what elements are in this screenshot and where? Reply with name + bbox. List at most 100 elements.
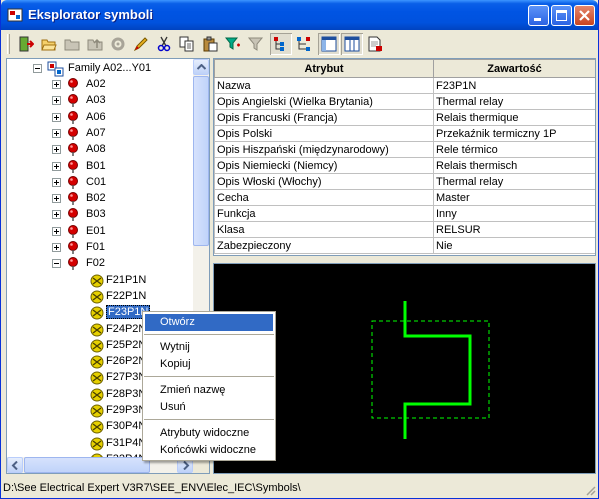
table-row[interactable]: Cecha Master xyxy=(214,189,595,206)
tree-group-label: E01 xyxy=(86,224,106,237)
table-row[interactable]: Nazwa F23P1N xyxy=(214,77,595,94)
tree-symbol-node[interactable]: F21P1N xyxy=(7,273,193,289)
expand-toggle[interactable] xyxy=(52,96,61,106)
menu-separator xyxy=(144,376,274,377)
tree-group-node[interactable]: A07 xyxy=(7,126,193,142)
tree-group-node[interactable]: A03 xyxy=(7,93,193,109)
close-button[interactable] xyxy=(574,5,595,26)
column-header-attribute[interactable]: Atrybut xyxy=(214,59,434,78)
tree-group-node[interactable]: F01 xyxy=(7,240,193,256)
expand-toggle[interactable] xyxy=(52,226,61,236)
attribute-value-cell[interactable]: Inny xyxy=(433,205,595,222)
exit-button[interactable] xyxy=(15,33,37,55)
attribute-value-cell[interactable]: Przekaźnik termiczny 1P xyxy=(433,125,595,142)
attribute-name-cell: Opis Hiszpański (międzynarodowy) xyxy=(214,141,434,158)
tree-group-node[interactable]: A06 xyxy=(7,110,193,126)
filter-off-button[interactable] xyxy=(245,33,267,55)
filter-button[interactable] xyxy=(222,33,244,55)
tree-symbol-node[interactable]: F22P1N xyxy=(7,289,193,305)
attribute-value-cell[interactable]: Master xyxy=(433,189,595,206)
tree-group-node[interactable]: C01 xyxy=(7,175,193,191)
paste-button[interactable] xyxy=(199,33,221,55)
tree-group-label: A07 xyxy=(86,126,106,139)
attribute-value-cell[interactable]: Rele térmico xyxy=(433,141,595,158)
settings-button[interactable] xyxy=(107,33,129,55)
menu-item-cut[interactable]: Wytnij xyxy=(145,339,273,356)
table-row[interactable]: Opis Angielski (Wielka Brytania) Thermal … xyxy=(214,93,595,110)
table-row[interactable]: Opis Polski Przekaźnik termiczny 1P xyxy=(214,125,595,142)
expand-toggle[interactable] xyxy=(52,161,61,171)
tree-group-node[interactable]: B01 xyxy=(7,159,193,175)
expand-toggle[interactable] xyxy=(52,80,61,89)
tree-group-node[interactable]: A02 xyxy=(7,77,193,93)
tree-group-node[interactable]: B02 xyxy=(7,191,193,207)
attribute-value-cell[interactable]: Thermal relay xyxy=(433,173,595,190)
expand-toggle[interactable] xyxy=(52,243,61,252)
attribute-value-cell[interactable]: Relais thermisch xyxy=(433,157,595,174)
scroll-left-button[interactable] xyxy=(7,457,23,473)
table-row[interactable]: Zabezpieczony Nie xyxy=(214,237,595,254)
menu-item-visible-attributes[interactable]: Atrybuty widoczne xyxy=(145,425,273,442)
settings-icon xyxy=(111,37,125,51)
attribute-name-cell: Klasa xyxy=(214,221,434,238)
tree-group-node[interactable]: B03 xyxy=(7,207,193,223)
menu-item-visible-terminals[interactable]: Końcówki widoczne xyxy=(145,442,273,459)
cut-button[interactable] xyxy=(153,33,175,55)
symbol-group-icon xyxy=(68,143,78,157)
menu-item-open[interactable]: Otwórz xyxy=(145,314,273,331)
title-bar[interactable]: Eksplorator symboli xyxy=(1,0,598,30)
expand-toggle[interactable] xyxy=(52,210,61,220)
tree-group-node-open[interactable]: F02 xyxy=(7,256,193,272)
symbol-group-icon xyxy=(68,159,78,173)
open-button[interactable] xyxy=(38,33,60,55)
attribute-value-cell[interactable]: F23P1N xyxy=(433,77,595,94)
table-row[interactable]: Opis Hiszpański (międzynarodowy) Rele tér… xyxy=(214,141,595,158)
document-icon xyxy=(368,36,382,52)
tree-expand-button[interactable] xyxy=(293,33,315,55)
folder-button[interactable] xyxy=(61,33,83,55)
symbol-group-icon xyxy=(68,175,78,189)
expand-toggle[interactable] xyxy=(52,145,61,155)
attribute-value-cell[interactable]: RELSUR xyxy=(433,221,595,238)
table-row[interactable]: Opis Francuski (Francja) Relais thermique xyxy=(214,109,595,126)
edit-button[interactable] xyxy=(130,33,152,55)
symbol-group-icon xyxy=(68,224,78,238)
attribute-value-cell[interactable]: Relais thermique xyxy=(433,109,595,126)
collapse-toggle[interactable] xyxy=(52,259,61,269)
tree-root[interactable]: Family A02...Y01 xyxy=(7,61,193,77)
tree-group-node[interactable]: E01 xyxy=(7,224,193,240)
expand-toggle[interactable] xyxy=(52,177,61,187)
expand-toggle[interactable] xyxy=(52,128,61,138)
symbol-group-icon xyxy=(68,257,78,271)
maximize-button[interactable] xyxy=(551,5,572,26)
scroll-up-button[interactable] xyxy=(193,59,209,75)
folder-up-button[interactable] xyxy=(84,33,106,55)
tree-view-button[interactable] xyxy=(270,33,292,55)
table-row[interactable]: Funkcja Inny xyxy=(214,205,595,222)
horizontal-scroll-thumb[interactable] xyxy=(24,457,150,473)
scroll-thumb[interactable] xyxy=(193,76,209,246)
menu-item-copy[interactable]: Kopiuj xyxy=(145,356,273,373)
toolbar-grip[interactable] xyxy=(7,34,10,54)
columns-button[interactable] xyxy=(341,33,363,55)
document-button[interactable] xyxy=(364,33,386,55)
menu-item-delete[interactable]: Usuń xyxy=(145,399,273,416)
tree-group-node[interactable]: A08 xyxy=(7,142,193,158)
collapse-toggle[interactable] xyxy=(33,64,42,73)
attribute-name-cell: Opis Włoski (Włochy) xyxy=(214,173,434,190)
tree-group-label: A02 xyxy=(86,78,106,90)
table-row[interactable]: Opis Niemiecki (Niemcy) Relais thermisch xyxy=(214,157,595,174)
attribute-value-cell[interactable]: Thermal relay xyxy=(433,93,595,110)
expand-toggle[interactable] xyxy=(52,194,61,204)
column-header-value[interactable]: Zawartość xyxy=(433,59,595,78)
filter-icon xyxy=(225,37,240,50)
attributes-panel-button[interactable] xyxy=(318,33,340,55)
resize-grip-icon[interactable] xyxy=(584,484,596,496)
expand-toggle[interactable] xyxy=(52,112,61,122)
attribute-value-cell[interactable]: Nie xyxy=(433,237,595,254)
table-row[interactable]: Klasa RELSUR xyxy=(214,221,595,238)
table-row[interactable]: Opis Włoski (Włochy) Thermal relay xyxy=(214,173,595,190)
copy-button[interactable] xyxy=(176,33,198,55)
menu-item-rename[interactable]: Zmień nazwę xyxy=(145,382,273,399)
minimize-button[interactable] xyxy=(528,5,549,26)
